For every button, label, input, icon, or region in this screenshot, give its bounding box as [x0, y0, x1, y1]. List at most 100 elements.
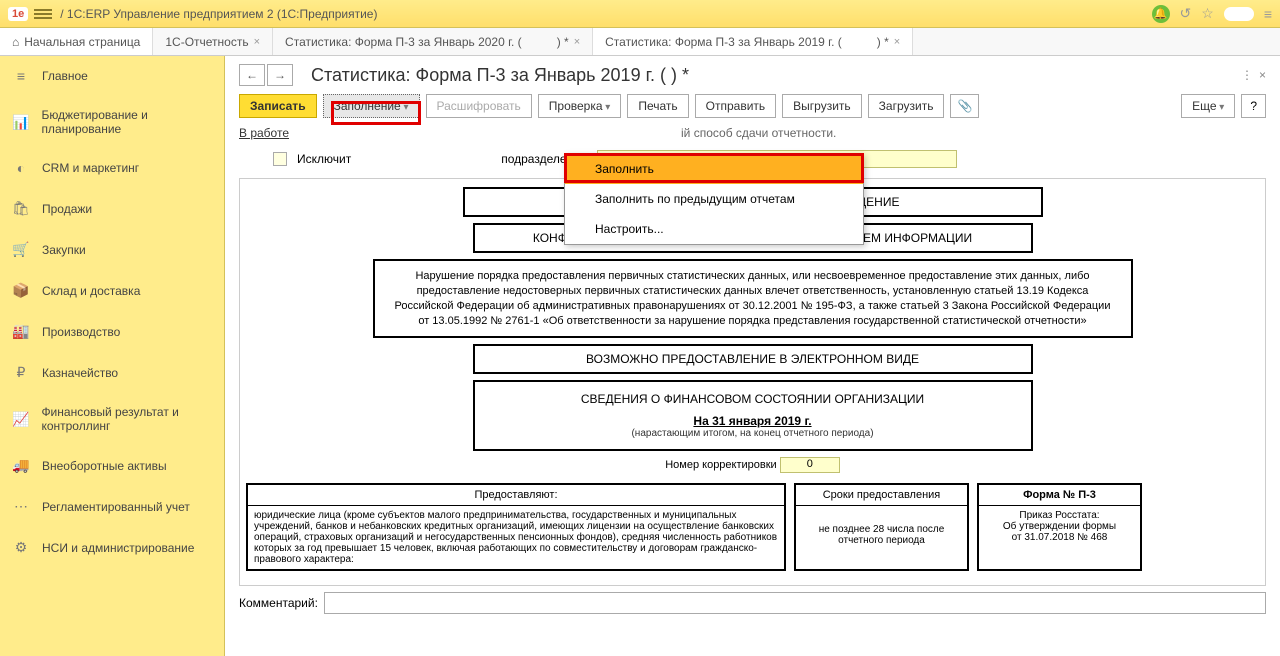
sidebar-item-sales[interactable]: 🛍 Продажи [0, 188, 224, 229]
report-box-5: СВЕДЕНИЯ О ФИНАНСОВОМ СОСТОЯНИИ ОРГАНИЗА… [473, 380, 1033, 451]
back-button[interactable]: ← [239, 64, 265, 86]
corr-field[interactable]: 0 [780, 457, 840, 473]
sidebar-item-finresult[interactable]: 📈Финансовый результат и контроллинг [0, 393, 224, 445]
sidebar-label: Внеоборотные активы [42, 459, 167, 473]
write-button[interactable]: Записать [239, 94, 317, 118]
col2-head: Сроки предоставления [796, 485, 967, 506]
sidebar-label: Продажи [42, 202, 92, 216]
exclude-label: Исключит [297, 152, 351, 166]
col3-l3: от 31.07.2018 № 468 [985, 532, 1134, 543]
col2-body: не позднее 28 числа после отчетного пери… [796, 506, 967, 550]
sidebar-item-budget[interactable]: 📊Бюджетирование и планирование [0, 96, 224, 148]
check-button[interactable]: Проверка [538, 94, 622, 118]
correction-row: Номер корректировки 0 [244, 457, 1261, 473]
tab-label: Статистика: Форма П-3 за Январь 2019 г. … [605, 35, 842, 49]
menu-configure[interactable]: Настроить... [565, 214, 863, 244]
sidebar-item-regaccount[interactable]: ⋯Регламентированный учет [0, 486, 224, 527]
tab-reporting[interactable]: 1С-Отчетность × [153, 28, 273, 55]
kebab-icon[interactable]: ⋮ [1241, 68, 1253, 82]
title-bar: 1e / 1C:ERP Управление предприятием 2 (1… [0, 0, 1280, 28]
sidebar-item-warehouse[interactable]: 📦Склад и доставка [0, 270, 224, 311]
close-icon[interactable]: × [1259, 68, 1266, 82]
col3-head: Форма № П-3 [979, 485, 1140, 506]
tab-suffix: ) * [557, 35, 569, 49]
menu-icon[interactable]: ≡ [1264, 6, 1272, 22]
chart-icon: 📊 [12, 114, 29, 131]
close-icon[interactable]: × [254, 36, 260, 48]
close-icon[interactable]: × [894, 36, 900, 48]
menu-icon: ≡ [12, 68, 30, 84]
bell-icon[interactable]: 🔔 [1152, 5, 1170, 23]
sidebar: ≡Главное 📊Бюджетирование и планирование … [0, 56, 225, 656]
send-button[interactable]: Отправить [695, 94, 777, 118]
sidebar-item-purchase[interactable]: 🛒 Закупки [0, 229, 224, 270]
tab-suffix: ) * [877, 35, 889, 49]
history-icon[interactable]: ↺ [1180, 5, 1192, 22]
export-button[interactable]: Выгрузить [782, 94, 862, 118]
close-icon[interactable]: × [574, 36, 580, 48]
sidebar-item-production[interactable]: 🏭 Производство [0, 311, 224, 352]
import-button[interactable]: Загрузить [868, 94, 945, 118]
decode-button[interactable]: Расшифровать [426, 94, 532, 118]
report-box-4: ВОЗМОЖНО ПРЕДОСТАВЛЕНИЕ В ЭЛЕКТРОННОМ ВИ… [473, 344, 1033, 374]
pie-icon: ◐ [12, 160, 30, 176]
sidebar-item-assets[interactable]: 🚚 Внеоборотные активы [0, 445, 224, 486]
tab-label: Статистика: Форма П-3 за Январь 2020 г. … [285, 35, 522, 49]
sidebar-label: Главное [42, 69, 88, 83]
tab-p3-2019[interactable]: Статистика: Форма П-3 за Январь 2019 г. … [593, 28, 913, 55]
sidebar-label: Закупки [42, 243, 86, 257]
bag-icon: 🛍 [12, 200, 30, 217]
content-actions: ⋮ × [1241, 68, 1266, 82]
col1-body: юридические лица (кроме субъектов малого… [248, 506, 784, 569]
tabs-row: ⌂ Начальная страница 1С-Отчетность × Ста… [0, 28, 1280, 56]
print-button[interactable]: Печать [627, 94, 688, 118]
ruble-icon: ₽ [12, 364, 30, 381]
home-icon: ⌂ [12, 35, 19, 49]
gear-icon: ⚙ [12, 539, 30, 556]
content-header: ← → Статистика: Форма П-3 за Январь 2019… [225, 56, 1280, 90]
dots-icon: ⋯ [12, 498, 30, 515]
hamburger-icon[interactable] [34, 7, 52, 21]
col3-l1: Приказ Росстата: [985, 510, 1134, 521]
forward-button[interactable]: → [267, 64, 293, 86]
status-link[interactable]: В работе [239, 126, 289, 140]
sidebar-item-crm[interactable]: ◐CRM и маркетинг [0, 148, 224, 188]
more-button[interactable]: Еще [1181, 94, 1235, 118]
page-title: Статистика: Форма П-3 за Январь 2019 г. … [311, 65, 689, 86]
window-title: / 1C:ERP Управление предприятием 2 (1С:П… [60, 7, 377, 21]
fill-dropdown: Заполнить Заполнить по предыдущим отчета… [564, 153, 864, 245]
exclude-checkbox[interactable] [273, 152, 287, 166]
tab-label: Начальная страница [24, 35, 140, 49]
titlebar-right: 🔔 ↺ ☆ ≡ [1152, 5, 1272, 23]
menu-fill-prev[interactable]: Заполнить по предыдущим отчетам [565, 184, 863, 214]
sidebar-item-main[interactable]: ≡ Главное [0, 56, 224, 96]
graph-icon: 📈 [12, 411, 29, 428]
sidebar-label: Склад и доставка [42, 284, 140, 298]
factory-icon: 🏭 [12, 323, 30, 340]
comment-field[interactable] [324, 592, 1266, 614]
menu-fill[interactable]: Заполнить [565, 154, 863, 184]
star-icon[interactable]: ☆ [1201, 5, 1214, 22]
bottom-table: Предоставляют: юридические лица (кроме с… [246, 483, 1259, 571]
sidebar-item-treasury[interactable]: ₽ Казначейство [0, 352, 224, 393]
sidebar-label: Казначейство [42, 366, 118, 380]
help-button[interactable]: ? [1241, 94, 1266, 118]
status-text: ій способ сдачи отчетности. [681, 126, 836, 140]
corr-label: Номер корректировки [665, 459, 776, 471]
cart-icon: 🛒 [12, 241, 30, 258]
status-row: В работе ій способ сдачи отчетности. [225, 122, 1280, 144]
sidebar-label: Производство [42, 325, 120, 339]
comment-label: Комментарий: [239, 596, 318, 610]
report-title: СВЕДЕНИЯ О ФИНАНСОВОМ СОСТОЯНИИ ОРГАНИЗА… [485, 392, 1021, 406]
report-date: На 31 января 2019 г. [485, 414, 1021, 428]
user-pill[interactable] [1224, 7, 1254, 21]
truck-icon: 🚚 [12, 457, 30, 474]
tab-p3-2020[interactable]: Статистика: Форма П-3 за Январь 2020 г. … [273, 28, 593, 55]
sidebar-item-admin[interactable]: ⚙ НСИ и администрирование [0, 527, 224, 568]
logo-1c: 1e [8, 7, 28, 21]
sidebar-label: НСИ и администрирование [42, 541, 194, 555]
tab-home[interactable]: ⌂ Начальная страница [0, 28, 153, 55]
fill-button[interactable]: Заполнение [323, 94, 420, 118]
attach-button[interactable]: 📎 [950, 94, 979, 118]
col3-l2: Об утверждении формы [985, 521, 1134, 532]
